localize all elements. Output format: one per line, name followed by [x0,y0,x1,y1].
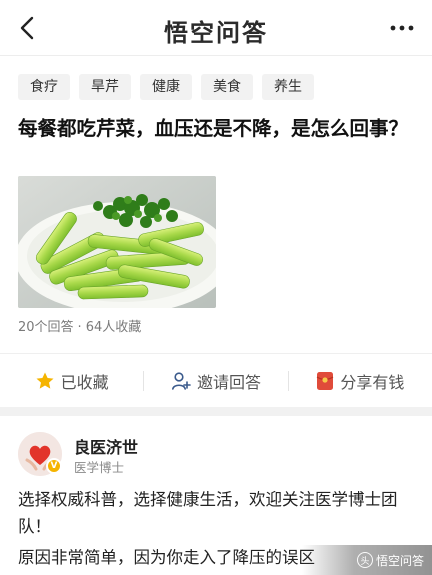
favorite-button[interactable]: 已收藏 [0,354,143,407]
question-title[interactable]: 每餐都吃芹菜，血压还是不降，是怎么回事？ [18,114,418,143]
question-image[interactable] [18,176,216,308]
red-envelope-icon [316,371,334,390]
star-icon [36,372,54,389]
celery-photo [18,176,216,308]
tag-jiankang[interactable]: 健康 [140,74,192,100]
answer-paragraph: 选择权威科普，选择健康生活，欢迎关注医学博士团队！ [18,490,398,536]
section-divider [0,407,432,416]
app-logo: 悟空问答 [164,19,268,47]
invite-answer-button[interactable]: 邀请回答 [144,354,287,407]
tag-yangsheng[interactable]: 养生 [262,74,314,100]
favorites-count: 64人收藏 [85,320,142,335]
action-bar: 已收藏 邀请回答 分享有钱 [0,353,432,407]
invite-label: 邀请回答 [196,372,261,392]
answers-count: 20个回答 [18,320,74,335]
top-bar: 悟空问答 [0,0,432,56]
tag-list: 食疗 旱芹 健康 美食 养生 [18,74,314,100]
more-button[interactable] [388,20,416,36]
author-name[interactable]: 良医济世 [74,434,138,458]
share-button[interactable]: 分享有钱 [289,354,432,407]
question-meta: 20个回答 · 64人收藏 [18,316,141,335]
tag-meishi[interactable]: 美食 [201,74,253,100]
meta-separator: · [77,320,82,335]
add-user-icon [171,371,191,390]
author-title: 医学博士 [74,460,125,475]
tag-hanqin[interactable]: 旱芹 [79,74,131,100]
watermark-text: 悟空问答 [375,553,424,568]
share-label: 分享有钱 [340,372,405,392]
favorite-label: 已收藏 [60,372,109,392]
watermark-logo-icon: 头 [356,552,373,568]
more-dots-icon [390,25,414,31]
watermark: 头 悟空问答 [356,551,424,569]
tag-shiliao[interactable]: 食疗 [18,74,70,100]
verified-badge: V [46,458,62,474]
